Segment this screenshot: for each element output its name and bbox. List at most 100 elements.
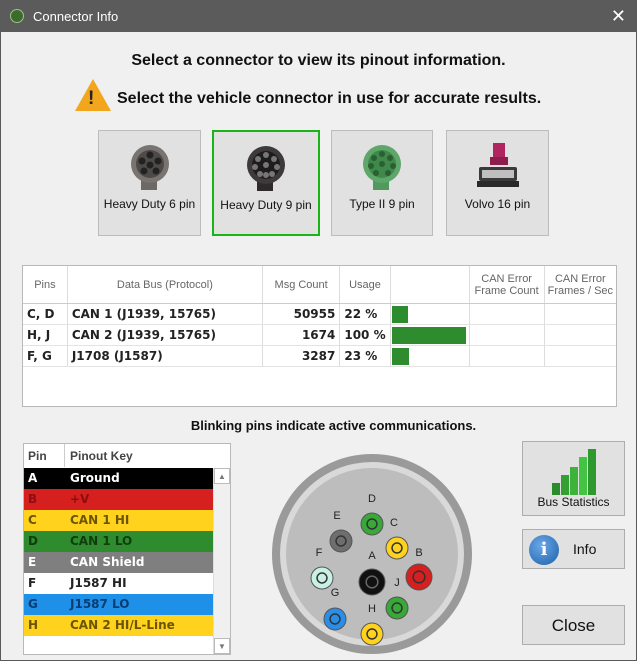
pin-letter: D <box>28 534 38 548</box>
connector-info-window: Connector Info ✕ Select a connector to v… <box>0 0 637 661</box>
info-label: Info <box>573 541 597 557</box>
pinout-row[interactable]: D CAN 1 LO <box>24 531 214 552</box>
connector-label: Heavy Duty 9 pin <box>220 198 312 212</box>
connector-label: Volvo 16 pin <box>464 197 531 211</box>
pin-label: C <box>390 517 398 529</box>
app-icon <box>10 9 24 23</box>
bus-table: Pins Data Bus (Protocol) Msg Count Usage… <box>22 265 617 407</box>
pin-letter: F <box>28 576 37 590</box>
pin-label: G <box>331 587 340 599</box>
pinout-key-column-header: Pinout Key <box>70 449 133 463</box>
info-icon: i <box>529 535 559 565</box>
connector-button-heavy-duty-6[interactable]: Heavy Duty 6 pin <box>98 130 201 236</box>
can-error-rate-cell <box>544 303 616 325</box>
pinout-row[interactable]: G J1587 LO <box>24 594 214 615</box>
column-header-can-error-rate[interactable]: CAN Error Frames / Sec <box>544 266 616 304</box>
bus-cell: CAN 1 (J1939, 15765) <box>67 303 263 325</box>
can-error-count-cell <box>469 303 545 325</box>
msg-count-cell: 50955 <box>262 303 341 325</box>
type-ii-9-pin-connector-icon <box>363 145 401 190</box>
can-error-count-cell <box>469 345 545 367</box>
pins-cell: C, D <box>23 303 68 325</box>
bus-statistics-label: Bus Statistics <box>537 495 610 509</box>
usage-bar <box>391 305 408 323</box>
pinout-row[interactable]: F J1587 HI <box>24 573 214 594</box>
table-row[interactable]: C, D CAN 1 (J1939, 15765) 50955 22 % <box>23 303 616 325</box>
pin-letter: A <box>28 471 38 485</box>
bus-cell: CAN 2 (J1939, 15765) <box>67 324 263 346</box>
column-header-can-error-count[interactable]: CAN Error Frame Count <box>469 266 545 304</box>
pins-cell: F, G <box>23 345 68 367</box>
table-row[interactable]: H, J CAN 2 (J1939, 15765) 1674 100 % <box>23 324 616 346</box>
pinout-row[interactable]: B +V <box>24 489 214 510</box>
connector-button-type-ii-9[interactable]: Type II 9 pin <box>331 130 433 236</box>
connector-label: Type II 9 pin <box>349 197 415 211</box>
pin-label: J <box>394 577 400 589</box>
column-header-pins[interactable]: Pins <box>23 266 68 304</box>
column-header-msg-count[interactable]: Msg Count <box>262 266 341 304</box>
instruction-heading: Select a connector to view its pinout in… <box>131 52 506 69</box>
blinking-pins-note: Blinking pins indicate active communicat… <box>190 418 477 433</box>
pin-label: B <box>415 547 422 559</box>
msg-count-cell: 3287 <box>262 345 341 367</box>
pinout-row[interactable]: E CAN Shield <box>24 552 214 573</box>
column-header-usage-bar[interactable] <box>390 266 470 304</box>
warning-text: Select the vehicle connector in use for … <box>117 90 542 107</box>
close-icon[interactable]: ✕ <box>611 6 626 27</box>
pin-function: +V <box>70 492 90 506</box>
usage-cell: 23 % <box>339 345 391 367</box>
dialog-body: Select a connector to view its pinout in… <box>1 32 636 660</box>
close-button[interactable]: Close <box>522 605 625 645</box>
pin-function: J1587 LO <box>70 597 130 611</box>
connector-label: Heavy Duty 6 pin <box>103 197 196 211</box>
bar-chart-icon <box>552 449 596 495</box>
connector-button-volvo-16[interactable]: Volvo 16 pin <box>446 130 549 236</box>
info-button[interactable]: i Info <box>522 529 625 569</box>
table-row[interactable]: F, G J1708 (J1587) 3287 23 % <box>23 345 616 367</box>
pinout-scrollbar[interactable]: ▲ ▼ <box>213 468 230 654</box>
pin-function: CAN 1 LO <box>70 534 133 548</box>
pin-letter: E <box>28 555 37 569</box>
connector-button-heavy-duty-9[interactable]: Heavy Duty 9 pin <box>212 130 320 236</box>
pin-label: E <box>333 510 340 522</box>
connector-pin-diagram: A B C D E F G H J <box>272 454 472 654</box>
usage-bar <box>391 326 466 344</box>
pinout-row[interactable]: H CAN 2 HI/L-Line <box>24 615 214 636</box>
pin-letter: G <box>28 597 38 611</box>
can-error-rate-cell <box>544 345 616 367</box>
title-bar: Connector Info ✕ <box>1 1 636 32</box>
usage-bar <box>391 347 409 365</box>
usage-cell: 22 % <box>339 303 391 325</box>
pin-letter: B <box>28 492 38 506</box>
pin-function: CAN 1 HI <box>70 513 130 527</box>
pin-label: D <box>368 493 376 505</box>
pin-function: Ground <box>70 471 120 485</box>
can-error-count-cell <box>469 324 545 346</box>
pin-label: A <box>368 550 376 562</box>
can-error-rate-cell <box>544 324 616 346</box>
pin-label: H <box>368 603 376 615</box>
bus-cell: J1708 (J1587) <box>67 345 263 367</box>
table-header-row: Pins Data Bus (Protocol) Msg Count Usage… <box>23 266 616 304</box>
pin-letter: H <box>28 618 39 632</box>
column-header-data-bus[interactable]: Data Bus (Protocol) <box>67 266 263 304</box>
msg-count-cell: 1674 <box>262 324 341 346</box>
bus-statistics-button[interactable]: Bus Statistics <box>522 441 625 516</box>
column-header-usage[interactable]: Usage <box>339 266 391 304</box>
heavy-duty-6-pin-connector-icon <box>130 145 169 190</box>
pinout-row[interactable]: A Ground <box>24 468 214 489</box>
scroll-down-icon[interactable]: ▼ <box>214 638 230 654</box>
pin-function: CAN Shield <box>70 555 145 569</box>
pin-function: J1587 HI <box>70 576 127 590</box>
pinout-key-header: Pin Pinout Key <box>24 444 230 467</box>
pinout-row[interactable]: C CAN 1 HI <box>24 510 214 531</box>
pinout-key-list: Pin Pinout Key A Ground B +V C CAN 1 HI D CAN 1… <box>23 443 231 655</box>
volvo-16-pin-connector-icon <box>476 143 519 187</box>
scroll-up-icon[interactable]: ▲ <box>214 468 230 484</box>
heavy-duty-9-pin-connector-icon <box>247 146 285 191</box>
usage-cell: 100 % <box>339 324 391 346</box>
pin-column-header: Pin <box>28 449 47 463</box>
pin-function: CAN 2 HI/L-Line <box>70 618 175 632</box>
pin-label: F <box>316 547 323 559</box>
pin-letter: C <box>28 513 37 527</box>
